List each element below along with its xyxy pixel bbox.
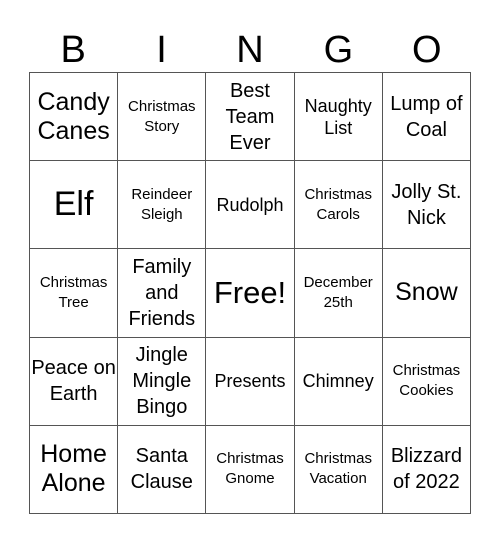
- bingo-cell-text: Rudolph: [216, 194, 284, 215]
- bingo-cell-text: Naughty List: [304, 95, 372, 138]
- bingo-cell-text: Candy Canes: [37, 87, 110, 145]
- bingo-cell-text: Christmas Tree: [39, 273, 108, 311]
- bingo-cell-text: Santa Clause: [130, 445, 193, 494]
- bingo-cell[interactable]: Candy Canes: [30, 73, 119, 162]
- bingo-cell[interactable]: Snow: [382, 249, 471, 338]
- bingo-cell[interactable]: Rudolph: [206, 161, 295, 250]
- bingo-cell-text: Jingle Mingle Bingo: [132, 344, 192, 419]
- bingo-cell-text: December 25th: [303, 273, 373, 311]
- bingo-cell[interactable]: Naughty List: [294, 73, 383, 162]
- header-letter-i: I: [156, 29, 167, 71]
- bingo-cell-text: Best Team Ever: [225, 79, 275, 154]
- bingo-cell-text: Free!: [213, 274, 287, 310]
- bingo-cell-text: Chimney: [302, 371, 374, 392]
- bingo-cell[interactable]: Christmas Carols: [294, 161, 383, 250]
- bingo-cell-text: Elf: [53, 185, 94, 224]
- bingo-cell-text: Reindeer Sleigh: [131, 185, 193, 223]
- bingo-cell-text: Christmas Cookies: [392, 362, 461, 400]
- bingo-cell-text: Blizzard of 2022: [390, 445, 462, 494]
- bingo-cell[interactable]: Santa Clause: [118, 425, 207, 514]
- bingo-cell-text: Presents: [214, 371, 286, 392]
- bingo-cell[interactable]: Christmas Gnome: [206, 425, 295, 514]
- bingo-cell[interactable]: Christmas Story: [118, 73, 207, 162]
- bingo-cell-text: Christmas Carols: [304, 185, 372, 223]
- bingo-cell[interactable]: Blizzard of 2022: [382, 425, 471, 514]
- header-letter-b: B: [60, 29, 86, 71]
- bingo-cell-text: Christmas Gnome: [216, 450, 284, 488]
- bingo-cell[interactable]: Presents: [206, 337, 295, 426]
- bingo-cell-text: Lump of Coal: [390, 92, 463, 141]
- bingo-cell[interactable]: Christmas Tree: [30, 249, 119, 338]
- bingo-cell[interactable]: Chimney: [294, 337, 383, 426]
- bingo-cell[interactable]: Christmas Vacation: [294, 425, 383, 514]
- bingo-cell[interactable]: Lump of Coal: [382, 73, 471, 162]
- bingo-header: B I N G O: [29, 28, 471, 72]
- bingo-cell[interactable]: Christmas Cookies: [382, 337, 471, 426]
- bingo-cell[interactable]: Best Team Ever: [206, 73, 295, 162]
- bingo-cell[interactable]: Jolly St. Nick: [382, 161, 471, 250]
- bingo-cell-text: Home Alone: [40, 440, 107, 498]
- bingo-cell-text: Christmas Story: [128, 97, 196, 135]
- bingo-cell[interactable]: Jingle Mingle Bingo: [118, 337, 207, 426]
- bingo-cell[interactable]: Home Alone: [30, 425, 119, 514]
- bingo-cell-text: Jolly St. Nick: [391, 180, 462, 229]
- bingo-cell-text: Christmas Vacation: [304, 450, 372, 488]
- bingo-cell[interactable]: Peace on Earth: [30, 337, 119, 426]
- bingo-card: Candy Canes Christmas Story Best Team Ever…: [29, 72, 471, 514]
- bingo-cell[interactable]: Elf: [30, 161, 119, 250]
- bingo-cell[interactable]: Reindeer Sleigh: [118, 161, 207, 250]
- header-letter-o: O: [411, 29, 442, 71]
- bingo-cell-text: Family and Friends: [128, 255, 196, 330]
- free-space-cell[interactable]: Free!: [206, 249, 295, 338]
- bingo-cell[interactable]: December 25th: [294, 249, 383, 338]
- header-letter-n: N: [236, 29, 264, 71]
- bingo-cell[interactable]: Family and Friends: [118, 249, 207, 338]
- header-letter-g: G: [323, 29, 354, 71]
- bingo-cell-text: Snow: [395, 278, 458, 307]
- bingo-cell-text: Peace on Earth: [31, 357, 116, 406]
